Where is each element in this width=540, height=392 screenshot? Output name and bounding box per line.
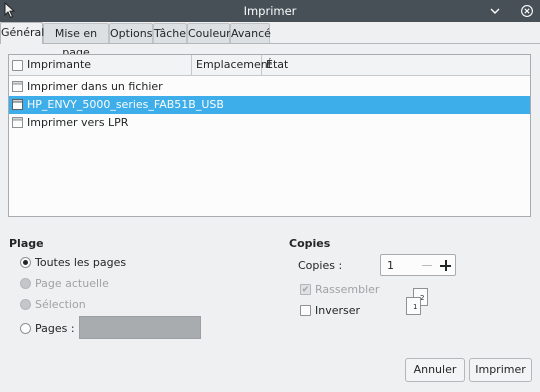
printer-name: Imprimer dans un fichier (27, 80, 163, 93)
printer-name: HP_ENVY_5000_series_FAB51B_USB (27, 98, 224, 111)
plus-icon-vertical (444, 260, 447, 271)
printer-name: Imprimer vers LPR (27, 116, 129, 129)
printer-list[interactable]: Imprimante Emplacement État Imprimer dan… (8, 54, 531, 217)
collate-checkbox[interactable]: ✔ Rassembler (300, 283, 379, 296)
printer-row-lpr[interactable]: Imprimer vers LPR (9, 114, 530, 132)
tab-color[interactable]: Couleur (187, 23, 231, 43)
tab-advanced[interactable]: Avancé (230, 23, 271, 43)
column-header-printer[interactable]: Imprimante (9, 55, 192, 76)
list-header: Imprimante Emplacement État (9, 55, 530, 76)
column-header-state[interactable]: État (262, 55, 530, 76)
tab-bar: Général Mise en page Options Tâche Coule… (0, 22, 540, 59)
pages-input[interactable] (79, 316, 201, 339)
collate-pages-icon: 2 1 (406, 288, 428, 315)
printer-row-file[interactable]: Imprimer dans un fichier (9, 78, 530, 96)
tab-divider (0, 43, 540, 44)
radio-pages[interactable]: Pages : (20, 322, 75, 335)
copies-value: 1 (387, 259, 394, 272)
checkbox-empty-icon (300, 305, 311, 316)
header-checkbox-icon (12, 60, 23, 71)
radio-dot-icon (20, 257, 31, 268)
minimize-chevron-icon[interactable] (487, 3, 503, 19)
svg-text:1: 1 (413, 303, 417, 311)
tab-options[interactable]: Options (109, 23, 153, 43)
minus-icon[interactable] (422, 265, 432, 266)
close-icon[interactable] (519, 3, 535, 19)
radio-all-pages[interactable]: Toutes les pages (20, 256, 126, 269)
column-header-location[interactable]: Emplacement (192, 55, 272, 76)
printer-icon (12, 117, 23, 128)
printer-icon (12, 99, 23, 110)
radio-dot-icon (20, 278, 31, 289)
reverse-checkbox[interactable]: Inverser (300, 304, 360, 317)
printer-icon (12, 81, 23, 92)
window-title: Imprimer (243, 4, 297, 18)
tab-page-setup[interactable]: Mise en page (43, 23, 109, 59)
tab-job[interactable]: Tâche (153, 23, 187, 43)
tab-general[interactable]: Général (0, 22, 44, 44)
print-button[interactable]: Imprimer (469, 358, 532, 382)
radio-dot-icon (20, 323, 31, 334)
radio-dot-icon (20, 299, 31, 310)
radio-current-page[interactable]: Page actuelle (20, 277, 109, 290)
copies-spinbox[interactable]: 1 (380, 254, 456, 276)
cancel-button[interactable]: Annuler (405, 358, 465, 382)
printer-row-hp-envy[interactable]: HP_ENVY_5000_series_FAB51B_USB (9, 96, 530, 114)
copies-label: Copies : (298, 259, 343, 272)
radio-selection[interactable]: Sélection (20, 298, 86, 311)
range-section-title: Plage (9, 237, 44, 250)
copies-section-title: Copies (289, 237, 331, 250)
title-bar: Imprimer (0, 0, 540, 22)
checkmark-icon: ✔ (300, 284, 311, 295)
